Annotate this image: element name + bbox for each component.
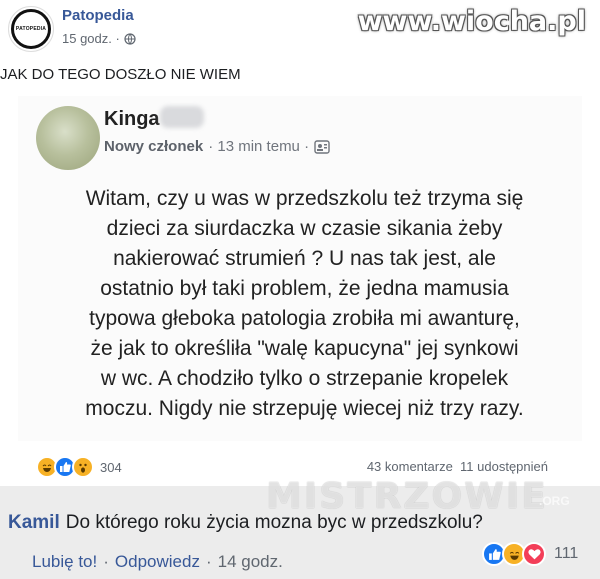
group-icon — [314, 139, 330, 154]
watermark-wiocha: www.wiocha.pl — [357, 6, 586, 37]
shares-count-link[interactable]: 11 udostępnień — [460, 459, 548, 474]
author-post-time: · 13 min temu · — [208, 138, 310, 155]
globe-icon — [124, 32, 136, 45]
watermark-mistrzowie-suffix: .ORG — [539, 494, 570, 508]
watermark-mistrzowie: MISTRZOWIE — [266, 476, 548, 517]
text-line: w wc. A chodziło tylko o strzepanie krop… — [100, 367, 509, 390]
comment-reply-button[interactable]: Odpowiedz — [115, 552, 200, 572]
comment: Kamil Do którego roku życia mozna byc w p… — [8, 512, 483, 534]
post-caption: JAK DO TEGO DOSZŁO NIE WIEM — [0, 66, 241, 83]
author-avatar — [36, 106, 100, 170]
comment-actions: Lubię to! · Odpowiedz · 14 godz. — [32, 552, 283, 572]
comment-time[interactable]: 14 godz. — [218, 552, 283, 572]
wow-icon — [72, 456, 94, 478]
comment-like-button[interactable]: Lubię to! — [32, 552, 97, 572]
post-header: PATOPEDIA Patopedia 15 godz. · www.wioch… — [0, 0, 600, 60]
text-line: nakierować strumień ? U nas tak jest, al… — [113, 247, 496, 270]
separator: · — [103, 552, 109, 571]
post-stats-bar: 304 43 komentarze 11 udostępnień — [0, 448, 600, 478]
comments-count-link[interactable]: 43 komentarze — [367, 459, 453, 474]
text-line: typowa głeboka patologia zrobiła mi awan… — [89, 307, 520, 330]
post-reactions[interactable]: 304 — [36, 456, 122, 478]
author-role: Nowy członek — [104, 138, 204, 155]
post-meta: 15 godz. · — [62, 31, 136, 46]
page-avatar[interactable]: PATOPEDIA — [8, 6, 54, 52]
comment-text: Do którego roku życia mozna byc w przeds… — [65, 512, 483, 533]
separator: · — [205, 552, 212, 571]
page-logo: PATOPEDIA — [11, 9, 51, 49]
comments-shares: 43 komentarze 11 udostępnień — [367, 459, 548, 474]
text-line: Witam, czy u was w przedszkolu też trzym… — [85, 187, 524, 210]
blurred-surname — [160, 106, 204, 128]
reaction-count: 304 — [100, 459, 122, 475]
comment-reaction-count: 111 — [554, 545, 579, 562]
post-time[interactable]: 15 godz. · — [62, 31, 120, 46]
logo-text: PATOPEDIA — [15, 26, 47, 32]
text-line: że jak to określiła "walę kapucyna" jej … — [90, 337, 519, 360]
comment-author-link[interactable]: Kamil — [8, 512, 60, 533]
author-meta: Nowy członek · 13 min temu · — [104, 138, 330, 155]
text-line: dzieci za siurdaczka w czasie sikania że… — [106, 217, 503, 240]
text-line: moczu. Nigdy nie strzepuję wiecej niż tr… — [85, 397, 524, 420]
text-line: ostatnio był taki problem, że jedna mamu… — [100, 277, 509, 300]
love-icon — [522, 542, 546, 566]
comment-reactions[interactable]: 111 — [482, 542, 578, 566]
author-name: Kinga — [104, 108, 160, 130]
embedded-screenshot: Kinga Nowy członek · 13 min temu · Witam… — [18, 96, 582, 441]
screenshot-body-text: Witam, czy u was w przedszkolu też trzym… — [42, 184, 567, 424]
page-name-link[interactable]: Patopedia — [62, 7, 134, 24]
